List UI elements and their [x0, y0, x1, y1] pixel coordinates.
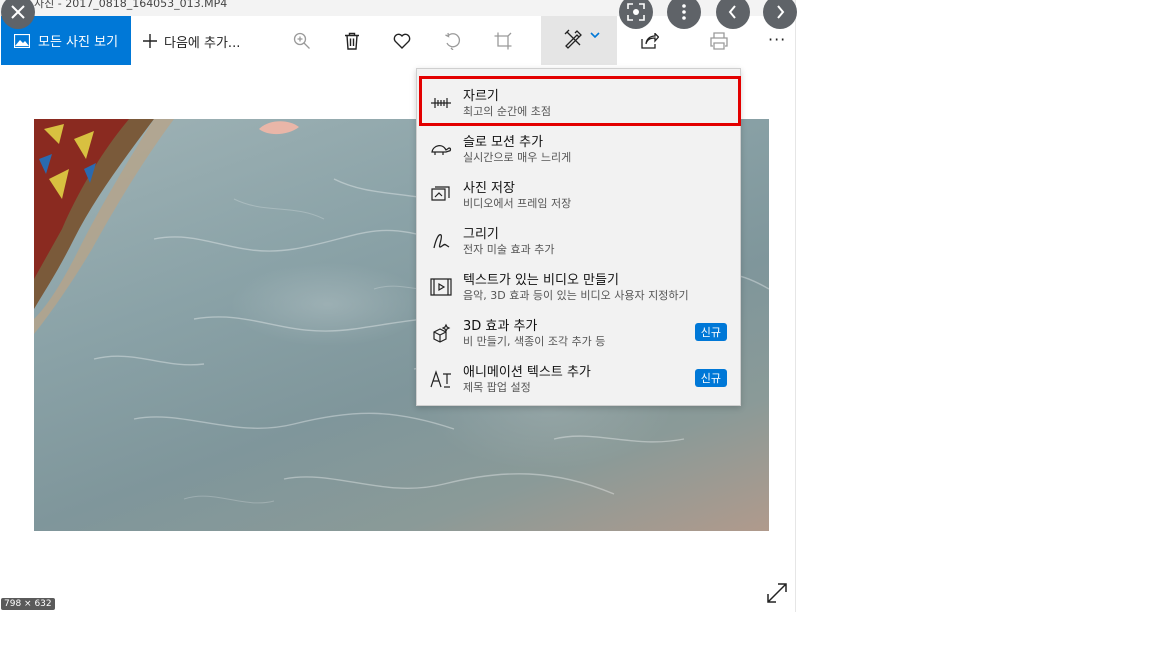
plus-icon	[143, 34, 157, 48]
printer-icon	[710, 32, 728, 50]
photo-icon	[14, 33, 30, 48]
menu-item-title: 3D 효과 추가	[463, 319, 538, 334]
menu-item-subtitle: 실시간으로 매우 느리게	[463, 151, 572, 164]
zoom-button[interactable]	[290, 29, 314, 53]
menu-item-subtitle: 음악, 3D 효과 등이 있는 비디오 사용자 지정하기	[463, 289, 689, 302]
image-size-badge: 798 × 632	[1, 598, 55, 610]
share-button[interactable]	[638, 29, 662, 53]
view-all-label: 모든 사진 보기	[38, 35, 119, 50]
fullscreen-button[interactable]	[766, 582, 788, 608]
new-badge: 신규	[694, 323, 727, 341]
menu-item-subtitle: 비디오에서 프레임 저장	[463, 197, 572, 210]
menu-item-save-photo[interactable]: 사진 저장 비디오에서 프레임 저장	[417, 171, 740, 217]
menu-item-animated-text[interactable]: 애니메이션 텍스트 추가 제목 팝업 설정 신규	[417, 355, 740, 401]
rotate-icon	[445, 32, 460, 50]
menu-item-slow-motion[interactable]: 슬로 모션 추가 실시간으로 매우 느리게	[417, 125, 740, 171]
menu-item-title: 슬로 모션 추가	[463, 135, 544, 150]
chevron-down-icon	[590, 32, 600, 39]
menu-item-subtitle: 제목 팝업 설정	[463, 381, 531, 394]
video-text-icon	[429, 275, 453, 299]
sparkle-cube-icon	[429, 321, 453, 345]
menu-item-subtitle: 비 만들기, 색종이 조각 추가 등	[463, 335, 606, 348]
edit-create-icon	[564, 29, 582, 49]
menu-item-draw[interactable]: 그리기 전자 미술 효과 추가	[417, 217, 740, 263]
menu-item-title: 그리기	[463, 227, 499, 242]
menu-item-3d-effects[interactable]: 3D 효과 추가 비 만들기, 색종이 조각 추가 등 신규	[417, 309, 740, 355]
turtle-icon	[429, 137, 453, 161]
menu-item-title: 사진 저장	[463, 181, 515, 196]
zoom-in-icon	[293, 32, 310, 49]
add-to-button[interactable]: 다음에 추가...	[142, 27, 240, 55]
expand-icon	[767, 583, 787, 603]
close-icon	[11, 5, 25, 19]
more-options-button[interactable]: ···	[768, 30, 786, 49]
heart-icon	[393, 33, 411, 49]
crop-button[interactable]	[491, 29, 515, 53]
delete-button[interactable]	[340, 29, 364, 53]
rotate-button[interactable]	[441, 29, 465, 53]
crop-icon	[494, 32, 512, 50]
share-icon	[641, 33, 659, 49]
animated-text-icon	[429, 367, 453, 391]
print-button[interactable]	[707, 29, 731, 53]
new-badge: 신규	[694, 369, 727, 387]
menu-item-subtitle: 전자 미술 효과 추가	[463, 243, 555, 256]
menu-item-title: 텍스트가 있는 비디오 만들기	[463, 273, 619, 288]
trash-icon	[345, 32, 359, 50]
vertical-dots-icon	[682, 4, 686, 20]
add-to-label: 다음에 추가...	[164, 35, 241, 51]
menu-item-video-with-text[interactable]: 텍스트가 있는 비디오 만들기 음악, 3D 효과 등이 있는 비디오 사용자 …	[417, 263, 740, 309]
chevron-right-icon	[777, 5, 785, 19]
menu-item-title: 애니메이션 텍스트 추가	[463, 365, 591, 380]
window-title: 사진 - 2017_0818_164053_013.MP4	[34, 0, 228, 10]
lens-icon	[627, 3, 645, 21]
chevron-left-icon	[728, 5, 736, 19]
edit-create-button[interactable]	[541, 16, 617, 65]
frame-save-icon	[429, 183, 453, 207]
draw-icon	[429, 229, 453, 253]
favorite-button[interactable]	[390, 29, 414, 53]
highlight-box	[419, 76, 741, 126]
